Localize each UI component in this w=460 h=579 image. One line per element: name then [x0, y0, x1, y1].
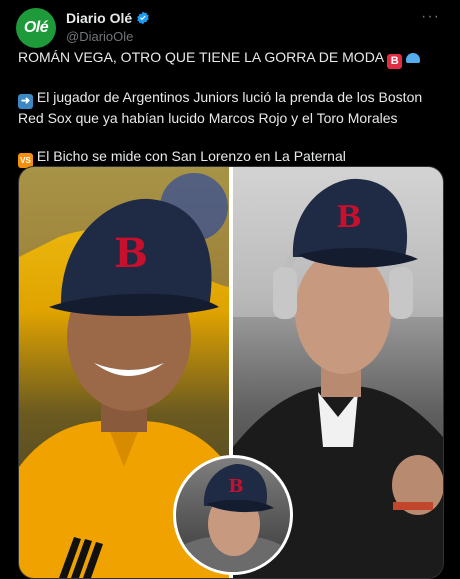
left-cap-logo: B	[114, 230, 148, 277]
paragraph-2: VS El Bicho se mide con San Lorenzo en L…	[18, 147, 448, 168]
letter-b-emoji-icon: B	[387, 54, 403, 69]
inset-photo[interactable]: B	[173, 455, 293, 575]
tweet-media[interactable]: B B B	[18, 166, 444, 579]
paragraph-2-text: El Bicho se mide con San Lorenzo en La P…	[36, 148, 346, 164]
name-row: Diario Olé	[66, 10, 150, 26]
tweet-header: Olé Diario Olé @DiarioOle ···	[16, 6, 448, 50]
verified-badge-icon	[136, 11, 150, 25]
headline-line: ROMÁN VEGA, OTRO QUE TIENE LA GORRA DE M…	[18, 48, 448, 69]
paragraph-1-text: El jugador de Argentinos Juniors lució l…	[18, 89, 427, 126]
avatar[interactable]: Olé	[16, 8, 56, 48]
more-options-icon[interactable]: ···	[421, 8, 440, 26]
paragraph-1: ➜ El jugador de Argentinos Juniors lució…	[18, 88, 448, 128]
right-cap-logo: B	[336, 200, 361, 235]
headline-text: ROMÁN VEGA, OTRO QUE TIENE LA GORRA DE M…	[18, 49, 384, 65]
handle[interactable]: @DiarioOle	[66, 29, 133, 44]
right-arrow-emoji-icon: ➜	[18, 94, 33, 109]
avatar-logo: Olé	[23, 19, 49, 36]
inset-cap-logo: B	[228, 476, 243, 497]
tweet-text: ROMÁN VEGA, OTRO QUE TIENE LA GORRA DE M…	[18, 48, 448, 168]
display-name[interactable]: Diario Olé	[66, 10, 132, 26]
cap-emoji-icon	[406, 53, 421, 63]
